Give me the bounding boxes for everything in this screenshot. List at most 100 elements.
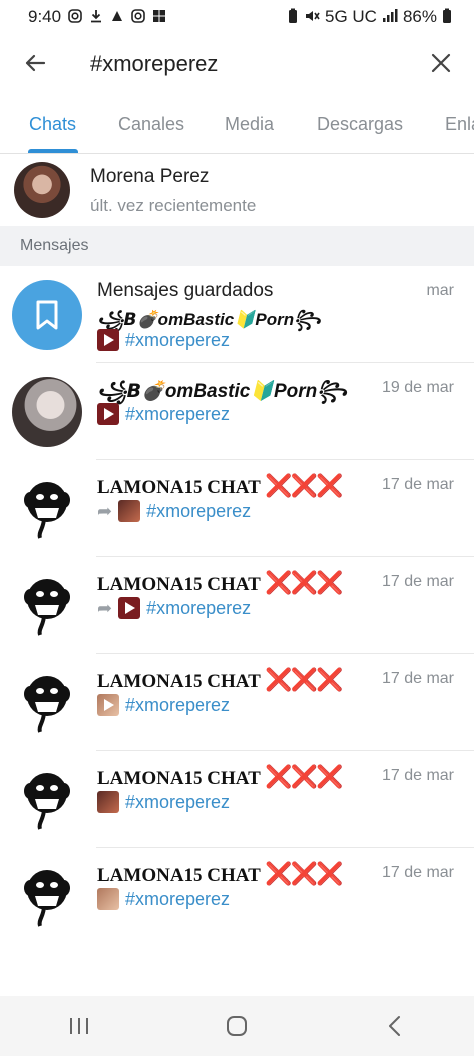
monkey-logo-icon [24,579,70,636]
cross-emoji: ❌❌❌ [265,765,343,790]
message-date: 17 de mar [381,864,454,881]
contact-result[interactable]: Morena Perez últ. vez recientemente [0,154,474,226]
recent-apps-button[interactable] [49,1006,109,1046]
hashtag[interactable]: #xmoreperez [125,404,230,425]
video-thumbnail [97,694,119,716]
tab-media[interactable]: Media [225,114,274,135]
message-preview: #xmoreperez [97,329,230,351]
message-preview: #xmoreperez [97,694,230,716]
avatar [12,765,82,835]
hashtag[interactable]: #xmoreperez [125,792,230,813]
instagram-icon [131,9,145,25]
system-back-button[interactable] [365,1006,425,1046]
clock: 9:40 [28,7,62,26]
forward-icon: ➦ [97,597,113,618]
section-header: Mensajes [0,226,474,266]
message-date: 17 de mar [381,476,454,493]
message-result[interactable]: Mensajes guardados mar ꧁𝘽💣omBastic🔰Porn꧂… [0,266,474,363]
chat-title: Mensajes guardados [97,280,274,301]
avatar [12,280,82,350]
monkey-logo-icon [24,482,70,539]
battery-level: 86% [402,7,437,26]
chat-title: LAMONA15 CHAT ❌❌❌ [97,668,343,693]
download-icon [89,9,103,25]
monkey-logo-icon [24,870,70,927]
search-input[interactable] [90,48,410,80]
signal-icon [382,9,398,25]
avatar [14,162,70,218]
message-preview: ➦ #xmoreperez [97,500,251,522]
message-result[interactable]: LAMONA15 CHAT ❌❌❌ 17 de mar ➦ #xmorepere… [0,557,474,654]
message-result[interactable]: LAMONA15 CHAT ❌❌❌ 17 de mar ➦ #xmorepere… [0,460,474,557]
photo-thumbnail [97,888,119,910]
avatar [12,571,82,641]
video-thumbnail [118,597,141,619]
video-thumbnail [97,403,119,425]
message-preview: #xmoreperez [97,888,230,910]
home-icon [227,1016,247,1036]
message-result[interactable]: LAMONA15 CHAT ❌❌❌ 17 de mar #xmoreperez [0,654,474,751]
message-date: 17 de mar [381,573,454,590]
section-title: Mensajes [20,237,89,254]
chat-title: LAMONA15 CHAT ❌❌❌ [97,571,343,596]
contact-name: Morena Perez [90,166,210,187]
contact-status: últ. vez recientemente [90,196,257,215]
avatar [12,474,82,544]
message-date: mar [426,282,454,299]
arrow-left-icon [25,54,46,72]
clear-search-button[interactable] [426,48,456,78]
cross-emoji: ❌❌❌ [265,571,343,596]
forward-icon: ➦ [97,500,113,521]
avatar [12,668,82,738]
hashtag[interactable]: #xmoreperez [125,695,230,716]
chevron-left-icon [389,1016,400,1036]
message-date: 17 de mar [381,670,454,687]
photo-thumbnail [97,791,119,813]
bookmark-icon [36,300,58,330]
message-result[interactable]: LAMONA15 CHAT ❌❌❌ 17 de mar #xmoreperez [0,848,474,945]
system-nav-bar [0,996,474,1056]
search-tabs: Chats Canales Media Descargas Enla [0,96,474,154]
instagram-icon [68,9,82,25]
message-result[interactable]: LAMONA15 CHAT ❌❌❌ 17 de mar #xmoreperez [0,751,474,848]
monkey-logo-icon [24,773,70,830]
hashtag[interactable]: #xmoreperez [125,330,230,351]
battery-saver-icon [287,8,299,26]
message-date: 17 de mar [381,767,454,784]
tab-descargas[interactable]: Descargas [317,114,403,135]
avatar [12,377,82,447]
active-tab-indicator [28,149,78,153]
hashtag[interactable]: #xmoreperez [146,598,251,619]
tab-enlaces[interactable]: Enla [445,114,474,135]
tab-chats[interactable]: Chats [29,114,76,135]
message-preview: #xmoreperez [97,791,230,813]
monkey-logo-icon [24,676,70,733]
avatar [12,862,82,932]
message-date: 19 de mar [381,379,454,396]
back-button[interactable] [20,48,50,78]
search-header [0,34,474,96]
photo-thumbnail [118,500,141,522]
app-icon [110,9,124,25]
cross-emoji: ❌❌❌ [265,668,343,693]
windows-icon [152,9,166,25]
close-icon [431,53,451,73]
message-preview: #xmoreperez [97,403,230,425]
message-preview: ➦ #xmoreperez [97,597,251,619]
message-result[interactable]: ꧁𝘽💣omBastic🔰Porn꧂ 19 de mar #xmoreperez [0,363,474,460]
chat-title: LAMONA15 CHAT ❌❌❌ [97,474,343,499]
network-type: 5G UC [325,7,377,26]
tab-canales[interactable]: Canales [118,114,184,135]
chat-title: LAMONA15 CHAT ❌❌❌ [97,765,343,790]
status-bar: 9:40 5G UC 86% [0,0,474,34]
battery-icon [442,8,452,26]
hashtag[interactable]: #xmoreperez [146,501,251,522]
hashtag[interactable]: #xmoreperez [125,889,230,910]
mute-icon [304,8,320,26]
cross-emoji: ❌❌❌ [265,474,343,499]
video-thumbnail [97,329,119,351]
chat-title: LAMONA15 CHAT ❌❌❌ [97,862,343,887]
recents-icon [70,1018,88,1034]
home-button[interactable] [207,1006,267,1046]
cross-emoji: ❌❌❌ [265,862,343,887]
